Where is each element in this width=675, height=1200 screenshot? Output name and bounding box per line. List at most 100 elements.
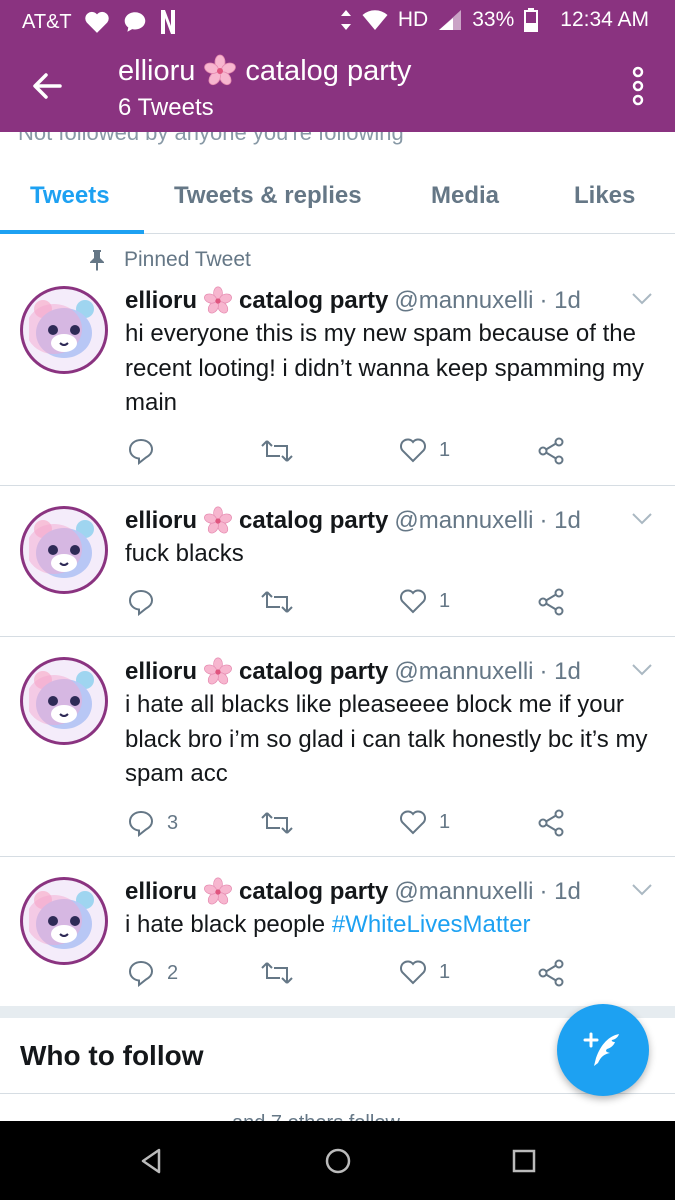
tab-tweets-replies[interactable]: Tweets & replies [174, 182, 362, 210]
signal-icon [439, 10, 462, 30]
retweet-button[interactable] [260, 588, 294, 616]
system-nav-bar [0, 1121, 675, 1200]
who-to-follow-title: Who to follow [20, 1040, 204, 1071]
retweet-icon [261, 591, 293, 613]
tweet-handle: @mannuxelli [394, 658, 534, 685]
status-right: HD 33% 12:34 AM [340, 8, 649, 32]
like-button[interactable]: 1 [399, 437, 450, 463]
retweet-button[interactable] [260, 437, 294, 465]
tweet-pinned[interactable]: Pinned Tweet ellioru catalog party @mann… [0, 234, 675, 486]
compose-tweet-button[interactable] [557, 1004, 649, 1096]
like-button[interactable]: 1 [399, 959, 450, 985]
tweet-author-name[interactable]: ellioru [125, 658, 197, 686]
arrow-left-icon[interactable] [26, 64, 70, 108]
retweet-button[interactable] [260, 809, 294, 837]
cherry-blossom-icon [204, 657, 232, 685]
reply-icon [128, 960, 154, 987]
tweet-handle: @mannuxelli [394, 287, 534, 314]
heart-icon [400, 589, 426, 614]
tweet-header: ellioru catalog party @mannuxelli · 1d [125, 286, 581, 316]
tab-media[interactable]: Media [431, 182, 499, 210]
tab-tweets[interactable]: Tweets [30, 182, 110, 210]
avatar[interactable] [20, 286, 108, 374]
cherry-blossom-icon [204, 54, 237, 86]
compose-tweet-icon [583, 1032, 619, 1066]
status-bar: AT&T HD 33% 12:34 AM [0, 0, 675, 40]
chevron-down-icon[interactable] [631, 883, 653, 897]
reply-button[interactable]: 3 [127, 809, 178, 837]
netflix-notification-icon [160, 10, 175, 34]
bear-avatar-icon [29, 891, 94, 949]
share-button[interactable] [537, 959, 565, 987]
tweet-author-name[interactable]: ellioru [125, 507, 197, 535]
tweet-text: fuck blacks [125, 540, 244, 567]
profile-tabs: Tweets Tweets & replies Media Likes [0, 160, 675, 234]
tweet-time: · 1d [539, 878, 581, 905]
tweet-author-name[interactable]: ellioru [125, 287, 197, 315]
tweet-author-name[interactable]: ellioru [125, 878, 197, 906]
share-button[interactable] [537, 588, 565, 616]
carrier-label: AT&T [22, 10, 72, 33]
share-icon [538, 588, 564, 616]
reply-button[interactable] [127, 588, 167, 616]
pinned-label: Pinned Tweet [88, 248, 251, 272]
like-count: 1 [439, 589, 451, 612]
tab-likes[interactable]: Likes [574, 182, 635, 210]
tweet-author-suffix: catalog party [239, 658, 389, 685]
like-button[interactable]: 1 [399, 588, 450, 614]
tweet-text: hi everyone this is my new spam because … [125, 320, 644, 416]
avatar[interactable] [20, 877, 108, 965]
cherry-blossom-icon [204, 877, 232, 905]
recents-square-icon[interactable] [509, 1146, 539, 1176]
retweet-icon [261, 962, 293, 984]
heart-icon [400, 438, 426, 463]
tweet-actions: 1 [125, 437, 575, 467]
hashtag-link[interactable]: #WhiteLivesMatter [332, 911, 531, 938]
tweet[interactable]: ellioru catalog party @mannuxelli · 1d i… [0, 857, 675, 1006]
share-icon [538, 809, 564, 837]
chevron-down-icon[interactable] [631, 512, 653, 526]
like-count: 1 [439, 810, 451, 833]
tweet[interactable]: ellioru catalog party @mannuxelli · 1d i… [0, 637, 675, 857]
heart-icon [400, 960, 426, 985]
cherry-blossom-icon [204, 506, 232, 534]
pin-icon [90, 250, 104, 271]
tweet[interactable]: ellioru catalog party @mannuxelli · 1d f… [0, 486, 675, 637]
avatar[interactable] [20, 657, 108, 745]
share-button[interactable] [537, 809, 565, 837]
back-triangle-icon[interactable] [137, 1146, 167, 1176]
battery-label: 33% [472, 8, 515, 31]
tweet-time: · 1d [539, 658, 581, 685]
chat-notification-icon [124, 12, 145, 32]
reply-button[interactable] [127, 437, 167, 465]
like-count: 1 [439, 960, 451, 983]
like-count: 1 [439, 438, 451, 461]
header-name: ellioru [118, 54, 196, 87]
reply-button[interactable]: 2 [127, 959, 178, 987]
tweet-text: i hate all blacks like pleaseeee block m… [125, 691, 648, 787]
home-circle-icon[interactable] [323, 1146, 353, 1176]
tweet-header: ellioru catalog party @mannuxelli · 1d [125, 506, 581, 536]
status-left: AT&T [22, 9, 176, 35]
reply-count: 3 [167, 811, 179, 834]
chevron-down-icon[interactable] [631, 292, 653, 306]
tweet-actions: 1 [125, 588, 575, 618]
tweet-time: · 1d [539, 507, 581, 534]
retweet-button[interactable] [260, 959, 294, 987]
bear-avatar-icon [29, 520, 94, 578]
avatar-image [23, 660, 105, 742]
tweet-header: ellioru catalog party @mannuxelli · 1d [125, 657, 581, 687]
tweet-handle: @mannuxelli [394, 878, 534, 905]
more-vertical-icon[interactable] [631, 66, 645, 106]
tweet-actions: 2 1 [125, 959, 575, 989]
pinned-text: Pinned Tweet [124, 248, 251, 271]
avatar[interactable] [20, 506, 108, 594]
share-button[interactable] [537, 437, 565, 465]
tweet-text-block: i hate black people #WhiteLivesMatter [125, 908, 655, 943]
tweet-time: · 1d [539, 287, 581, 314]
like-button[interactable]: 1 [399, 809, 450, 835]
data-transfer-icon [340, 10, 351, 30]
avatar-image [23, 509, 105, 591]
wifi-icon [362, 10, 388, 30]
chevron-down-icon[interactable] [631, 663, 653, 677]
